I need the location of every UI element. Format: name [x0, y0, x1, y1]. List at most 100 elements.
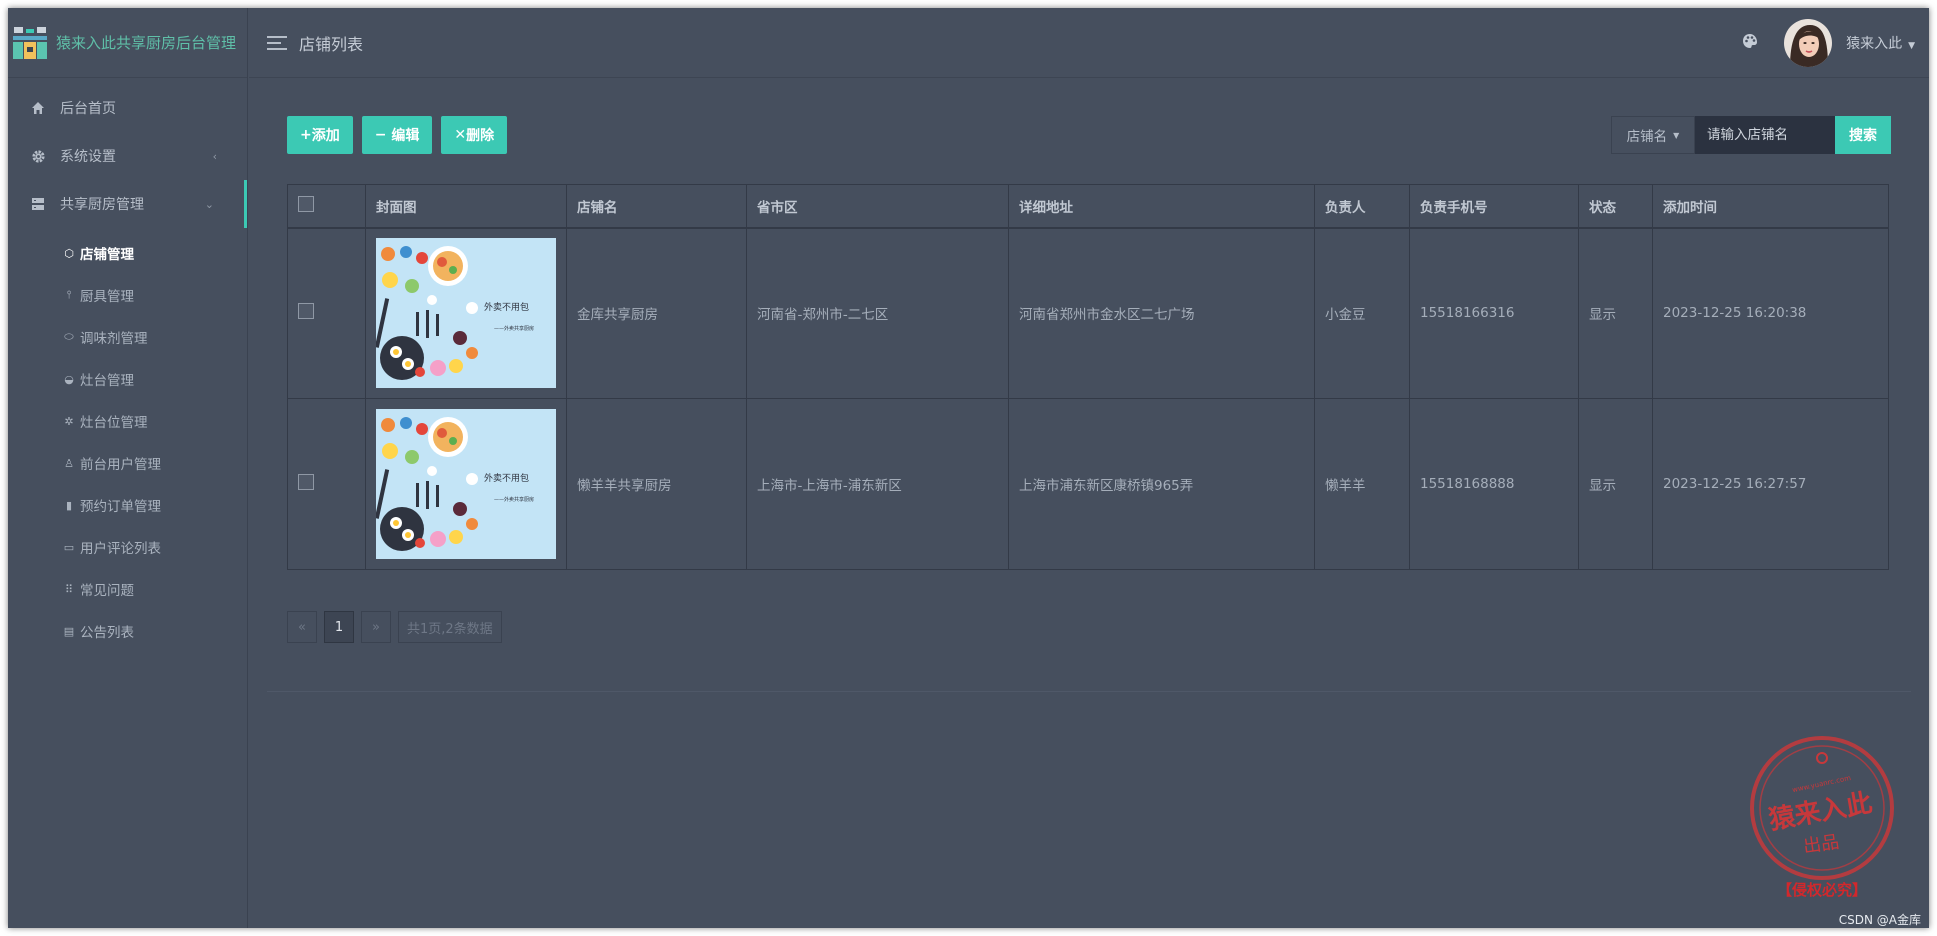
- cover-cell: 外卖不用包 ——外卖共享厨房: [365, 398, 567, 570]
- column-header: 负责人: [1314, 184, 1410, 229]
- pagination-summary: 共1页,2条数据: [398, 611, 502, 643]
- plus-icon: +: [300, 127, 312, 143]
- search-button[interactable]: 搜索: [1835, 116, 1891, 154]
- sidebar-item-label: 厨具管理: [80, 289, 134, 305]
- menu-toggle-icon[interactable]: [267, 32, 287, 54]
- sidebar-item-label: 后台首页: [60, 101, 116, 117]
- column-header: 详细地址: [1008, 184, 1315, 229]
- row-checkbox[interactable]: [298, 474, 314, 490]
- logo-area: 猿来入此共享厨房后台管理: [8, 8, 247, 78]
- comment-icon: ▭: [63, 540, 75, 554]
- sidebar-item-comments[interactable]: ▭ 用户评论列表: [8, 526, 247, 568]
- checkbox-cell: [287, 227, 366, 399]
- grid-icon: ⠿: [64, 582, 74, 596]
- column-header: 封面图: [365, 184, 567, 229]
- search-field-label: 店铺名: [1626, 129, 1668, 145]
- app-title: 猿来入此共享厨房后台管理: [56, 34, 237, 52]
- top-header: 店铺列表 猿来入此 ▼: [249, 8, 1929, 78]
- manager-cell: 懒羊羊: [1314, 398, 1410, 570]
- column-header: 状态: [1578, 184, 1653, 229]
- sidebar-item-orders[interactable]: ▮ 预约订单管理: [8, 484, 247, 526]
- column-header: 店铺名: [566, 184, 747, 229]
- gear-icon: ✲: [64, 414, 74, 428]
- sidebar-item-cookware[interactable]: ⫯ 厨具管理: [8, 274, 247, 316]
- pagination: « 1 » 共1页,2条数据: [287, 611, 509, 643]
- select-all-cell: [287, 184, 366, 229]
- table-row: 外卖不用包 ——外卖共享厨房 金库共享厨房 河南省-郑州市-二七区 河南省郑州市…: [287, 227, 1889, 399]
- sidebar-item-label: 共享厨房管理: [60, 197, 144, 213]
- sidebar-item-system-settings[interactable]: 系统设置 ‹: [8, 132, 247, 180]
- sidebar-item-stove[interactable]: ◒ 灶台管理: [8, 358, 247, 400]
- bowl-icon: ◒: [64, 372, 74, 386]
- sidebar-item-announcements[interactable]: ▤ 公告列表: [8, 610, 247, 652]
- table-header-row: 封面图 店铺名 省市区 详细地址 负责人 负责手机号 状态 添加时间: [287, 184, 1889, 229]
- add-button-label: 添加: [311, 128, 340, 144]
- palette-icon[interactable]: [1742, 33, 1758, 53]
- search-input[interactable]: [1695, 116, 1835, 154]
- user-icon: ♙: [64, 456, 74, 470]
- kitchen-logo-icon: [13, 26, 47, 59]
- sidebar-item-shop-management[interactable]: ⬡ 店铺管理: [8, 232, 247, 274]
- cube-icon: ⬡: [64, 246, 74, 260]
- sidebar-item-label: 店铺管理: [80, 247, 134, 263]
- select-all-checkbox[interactable]: [298, 195, 314, 212]
- watermark-url: www.yuanrc.com: [1791, 774, 1851, 794]
- watermark-sub-text: 出品: [1802, 832, 1841, 858]
- sidebar-item-shared-kitchen[interactable]: 共享厨房管理 ⌄: [8, 180, 247, 228]
- username-label: 猿来入此: [1846, 35, 1903, 52]
- user-menu[interactable]: 猿来入此 ▼: [1846, 33, 1915, 53]
- sidebar-item-label: 灶台管理: [80, 373, 134, 389]
- prev-page-button[interactable]: «: [287, 611, 317, 643]
- row-checkbox[interactable]: [298, 303, 314, 320]
- edit-button[interactable]: − 编辑: [361, 116, 433, 154]
- minus-icon: −: [374, 127, 392, 143]
- phone-cell: 15518168888: [1409, 398, 1579, 570]
- delete-button[interactable]: ✕ 删除: [441, 116, 508, 154]
- cover-caption: 外卖不用包: [484, 472, 529, 484]
- sidebar-item-label: 系统设置: [60, 149, 116, 165]
- sidebar-item-home[interactable]: 后台首页: [8, 84, 247, 132]
- main-content: + 添加 − 编辑 ✕ 删除 店铺名 ▼ 搜索: [249, 79, 1929, 928]
- sidebar-item-seasoning[interactable]: ⬭ 调味剂管理: [8, 316, 247, 358]
- sidebar-item-label: 前台用户管理: [80, 457, 161, 473]
- header-right: 猿来入此 ▼: [1742, 18, 1915, 67]
- search-field-select[interactable]: 店铺名 ▼: [1611, 116, 1695, 154]
- region-cell: 上海市-上海市-浦东新区: [746, 398, 1009, 570]
- add-button[interactable]: + 添加: [287, 116, 353, 154]
- page-title: 店铺列表: [299, 34, 364, 54]
- created-time-cell: 2023-12-25 16:20:38: [1652, 227, 1889, 399]
- chevron-left-icon: ‹: [212, 149, 217, 163]
- sidebar-item-stove-slot[interactable]: ✲ 灶台位管理: [8, 400, 247, 442]
- list-icon: ▤: [63, 624, 75, 638]
- cover-image: 外卖不用包 ——外卖共享厨房: [376, 238, 556, 389]
- column-header: 添加时间: [1652, 184, 1889, 229]
- avatar[interactable]: [1784, 18, 1833, 67]
- sidebar-item-label: 常见问题: [80, 583, 134, 599]
- watermark-main-text: 猿来入此: [1766, 788, 1875, 836]
- phone-cell: 15518166316: [1409, 227, 1579, 399]
- sidebar-item-label: 公告列表: [80, 625, 134, 641]
- sidebar-item-label: 用户评论列表: [80, 541, 161, 557]
- address-cell: 上海市浦东新区康桥镇965弄: [1008, 398, 1315, 570]
- next-page-button[interactable]: »: [361, 611, 391, 643]
- sidebar-item-faq[interactable]: ⠿ 常见问题: [8, 568, 247, 610]
- pill-icon: ⬭: [64, 330, 74, 343]
- watermark-footer-text: 【侵权必究】: [1777, 881, 1867, 899]
- app-window: 猿来入此共享厨房后台管理 后台首页 系统设置 ‹ 共享厨房管理 ⌄ ⬡ 店铺管理…: [8, 8, 1929, 928]
- sidebar-item-label: 灶台位管理: [80, 415, 148, 431]
- cover-subcaption: ——外卖共享厨房: [494, 496, 534, 503]
- page-1-button[interactable]: 1: [324, 611, 354, 643]
- sidebar-item-frontend-users[interactable]: ♙ 前台用户管理: [8, 442, 247, 484]
- edit-button-label: 编辑: [391, 128, 420, 144]
- gear-icon: [30, 148, 46, 164]
- home-icon: [30, 100, 46, 116]
- shop-table: 封面图 店铺名 省市区 详细地址 负责人 负责手机号 状态 添加时间 外卖不用包…: [287, 184, 1889, 570]
- address-cell: 河南省郑州市金水区二七广场: [1008, 227, 1315, 399]
- sidebar-item-label: 预约订单管理: [80, 499, 161, 515]
- divider: [267, 691, 1911, 692]
- shop-name-cell: 懒羊羊共享厨房: [566, 398, 747, 570]
- cover-image: 外卖不用包 ——外卖共享厨房: [376, 409, 556, 559]
- credit-text: CSDN @A金库: [1838, 913, 1921, 927]
- cover-caption: 外卖不用包: [484, 301, 529, 313]
- delete-button-label: 删除: [466, 128, 495, 144]
